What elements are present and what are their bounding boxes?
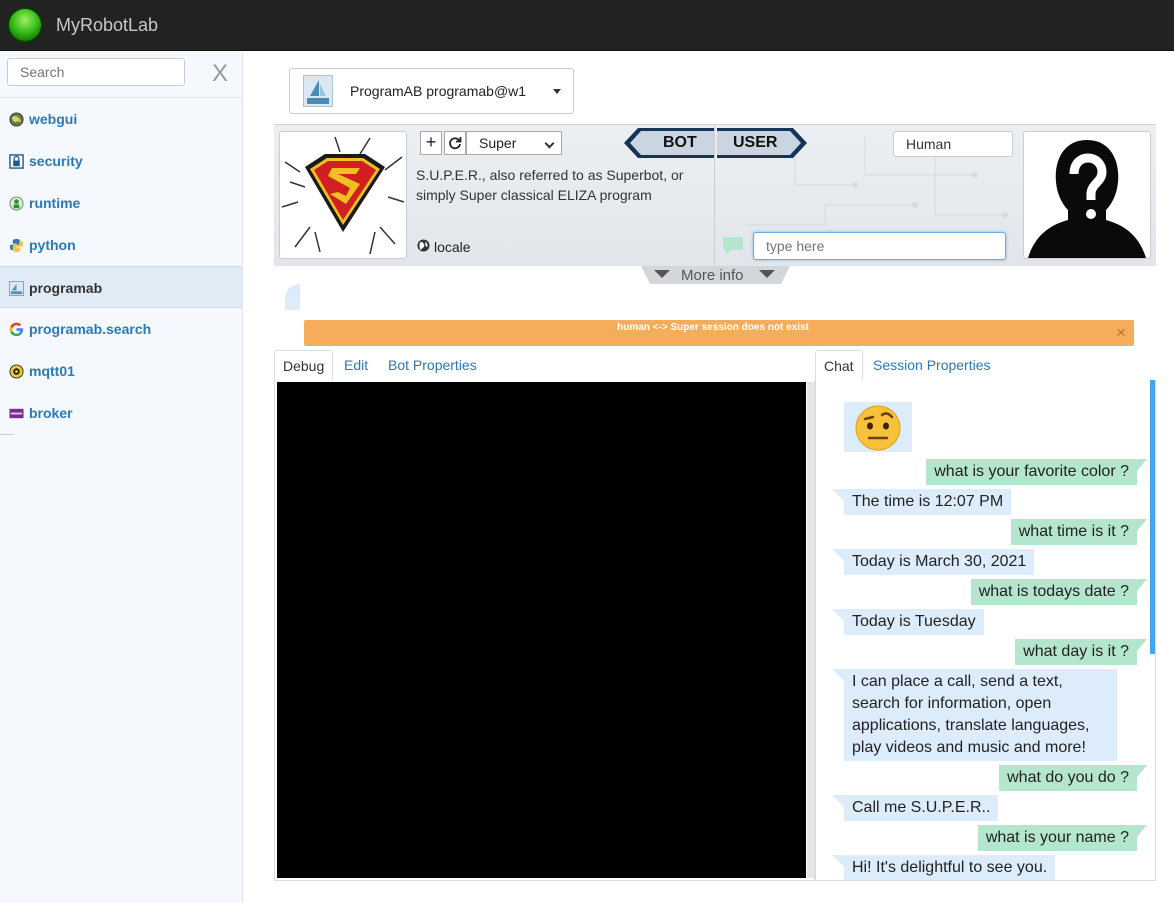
chat-input[interactable] [753, 232, 1006, 260]
bot-label: BOT [663, 134, 697, 151]
session-alert: human <-> Super session does not exist × [304, 320, 1134, 346]
add-button[interactable]: + [420, 131, 442, 155]
refresh-icon [449, 137, 462, 150]
bot-select-value: Super [479, 135, 517, 151]
sidebar: X webgui security runtime python [0, 52, 243, 903]
chat-message-user: what is your name ? [977, 825, 1148, 851]
chat-pane: what is your favorite color ? The time i… [815, 380, 1156, 881]
globe-icon [9, 112, 24, 127]
sidebar-item-programab[interactable]: programab [0, 266, 242, 308]
app-title[interactable]: MyRobotLab [56, 15, 158, 36]
scrollbar[interactable] [1150, 380, 1155, 654]
divider [0, 434, 14, 435]
tab-session-properties[interactable]: Session Properties [873, 350, 991, 381]
service-selector-label: ProgramAB programab@w1 [350, 83, 527, 99]
user-label: USER [733, 134, 778, 151]
bot-user-banner [624, 128, 807, 158]
locale-label[interactable]: locale [434, 239, 471, 255]
emoji-bubble [844, 402, 912, 452]
sidebar-item-label: mqtt01 [29, 363, 75, 379]
sidebar-item-security[interactable]: security [0, 140, 242, 182]
google-icon [9, 322, 24, 337]
service-selector-dropdown[interactable]: ProgramAB programab@w1 [289, 68, 574, 114]
left-tabs: Debug Edit Bot Properties [274, 350, 815, 381]
mqtt-broker-icon [9, 408, 24, 419]
sidebar-item-label: python [29, 237, 76, 253]
tab-debug[interactable]: Debug [274, 350, 334, 381]
more-info-label: More info [681, 267, 744, 284]
lock-icon [9, 154, 24, 169]
raised-eyebrow-emoji-icon [855, 405, 901, 451]
superman-logo-icon [281, 136, 405, 255]
unknown-user-icon [1028, 140, 1146, 258]
chat-message-bot: Today is Tuesday [832, 609, 984, 635]
chat-message-user: what day is it ? [1015, 639, 1147, 665]
myrobotlab-logo-icon[interactable] [9, 9, 41, 41]
tab-edit[interactable]: Edit [344, 350, 368, 381]
sidebar-item-label: security [29, 153, 83, 169]
chat-message-user: what do you do ? [999, 765, 1147, 791]
sidebar-item-label: runtime [29, 195, 81, 211]
bot-description: S.U.P.E.R., also referred to as Superbot… [416, 167, 684, 203]
debug-console[interactable] [277, 382, 806, 878]
tab-chat[interactable]: Chat [815, 350, 863, 381]
user-avatar [1023, 131, 1151, 259]
speech-bubble-icon[interactable] [722, 236, 744, 256]
sidebar-item-programab-search[interactable]: programab.search [0, 308, 242, 350]
scrollbar[interactable] [807, 382, 814, 878]
python-icon [9, 238, 24, 253]
search-input[interactable] [7, 58, 185, 86]
top-bar: MyRobotLab [0, 0, 1174, 51]
chat-message-bot: I can place a call, send a text, search … [832, 669, 1117, 761]
sidebar-item-label: broker [29, 405, 73, 421]
right-tabs: Chat Session Properties [815, 350, 1156, 381]
chat-message-user: what is your favorite color ? [926, 459, 1147, 485]
sidebar-item-broker[interactable]: broker [0, 392, 242, 434]
chat-message-bot: Call me S.U.P.E.R.. [831, 795, 999, 821]
alice-icon [9, 281, 24, 296]
sidebar-item-python[interactable]: python [0, 224, 242, 266]
sidebar-item-webgui[interactable]: webgui [0, 98, 242, 140]
chat-message-user: what is todays date ? [970, 579, 1148, 605]
tab-bot-properties[interactable]: Bot Properties [388, 350, 477, 381]
close-icon[interactable]: × [1116, 323, 1126, 343]
debug-pane [274, 380, 815, 881]
chat-message-bot: Hi! It's delightful to see you. [831, 855, 1056, 880]
caret-down-icon [553, 89, 561, 94]
alert-text: human <-> Super session does not exist [617, 322, 809, 333]
chat-message-user: what time is it ? [1010, 519, 1148, 545]
globe-icon [417, 239, 430, 252]
sidebar-item-runtime[interactable]: runtime [0, 182, 242, 224]
search-clear-button[interactable]: X [212, 62, 228, 86]
sidebar-item-label: programab [29, 280, 103, 296]
human-name-input[interactable] [893, 131, 1013, 157]
bot-avatar [279, 131, 407, 259]
mqtt-icon [9, 364, 24, 379]
alice-icon [303, 75, 333, 107]
refresh-button[interactable] [444, 131, 466, 155]
chat-message-bot: The time is 12:07 PM [831, 489, 1012, 515]
sidebar-item-label: webgui [29, 111, 78, 127]
decoration [285, 284, 300, 310]
sidebar-item-label: programab.search [29, 321, 152, 337]
chat-message-bot: Today is March 30, 2021 [831, 549, 1035, 575]
sidebar-item-mqtt01[interactable]: mqtt01 [0, 350, 242, 392]
runtime-icon [9, 196, 24, 211]
